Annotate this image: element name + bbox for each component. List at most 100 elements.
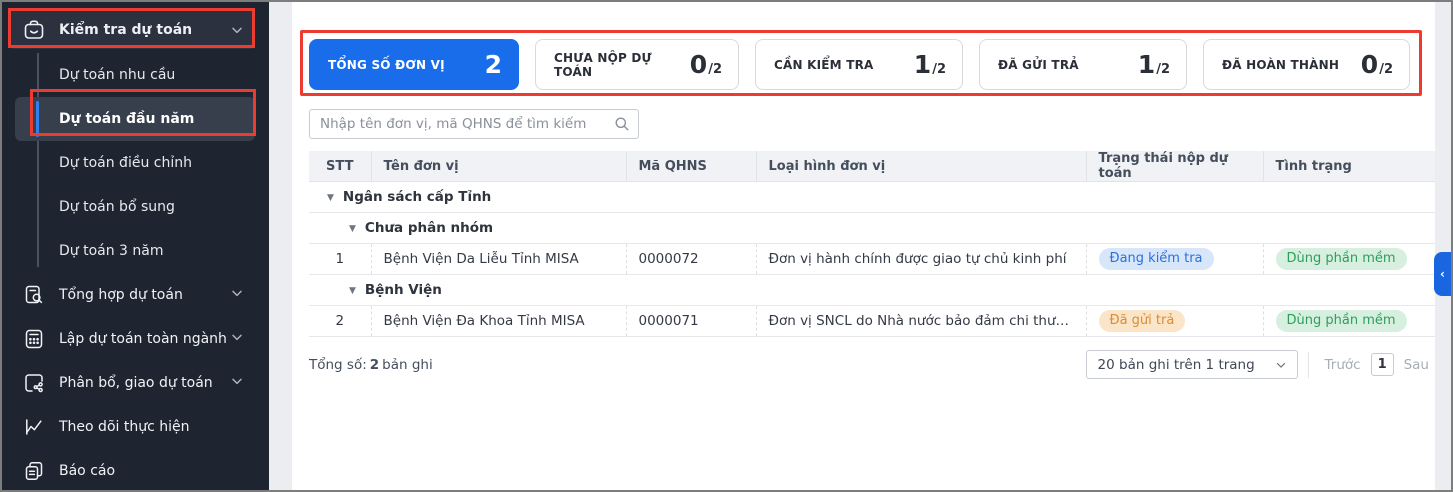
card-number: 1 (914, 52, 931, 77)
collapse-triangle-icon[interactable]: ▼ (349, 286, 356, 296)
next-page-button[interactable]: Sau (1404, 357, 1429, 373)
cell-status: Đã gửi trả (1086, 306, 1263, 337)
sidebar-subitem[interactable]: Dự toán nhu cầu (15, 53, 255, 97)
sidebar-item-kiem-tra-du-toan[interactable]: Kiểm tra dự toán (10, 10, 255, 49)
card-label: TỔNG SỐ ĐƠN VỊ (328, 58, 445, 72)
col-ma-qhns: Mã QHNS (626, 151, 756, 182)
table-body: ▼Ngân sách cấp Tỉnh▼Chưa phân nhóm1Bệnh … (309, 182, 1435, 337)
current-page-box[interactable]: 1 (1371, 353, 1394, 376)
status-badge: Đang kiểm tra (1099, 248, 1214, 270)
main-content: TỔNG SỐ ĐƠN VỊ2CHƯA NỘP DỰ TOÁN0/2CẦN KI… (292, 2, 1435, 490)
collapse-triangle-icon[interactable]: ▼ (349, 224, 356, 234)
cell-type: Đơn vị hành chính được giao tự chủ kinh … (756, 244, 1086, 275)
group-label: Chưa phân nhóm (365, 220, 493, 236)
calculator-icon (22, 327, 46, 351)
table-footer: Tổng số:2bản ghi 20 bản ghi trên 1 trang… (309, 350, 1435, 379)
left-gutter (269, 2, 292, 490)
status-card[interactable]: ĐÃ HOÀN THÀNH 0/2 (1203, 39, 1410, 90)
search-input[interactable] (309, 109, 639, 139)
col-loai-hinh: Loại hình đơn vị (756, 151, 1086, 182)
cell-code: 0000072 (626, 244, 756, 275)
card-number: 2 (485, 52, 502, 77)
prev-page-button[interactable]: Trước (1325, 357, 1361, 373)
sidebar-item-label: Tổng hợp dự toán (59, 287, 229, 303)
sidebar-item-label: Phân bổ, giao dự toán (59, 375, 229, 391)
cell-state: Dùng phần mềm (1263, 306, 1435, 337)
sidebar-item-label: Lập dự toán toàn ngành (59, 331, 229, 347)
report-icon (22, 459, 46, 483)
group-cell: ▼ Chưa phân nhóm (309, 213, 1435, 244)
sidebar-item-label: Theo dõi thực hiện (59, 419, 245, 435)
total-suffix: bản ghi (382, 357, 433, 373)
chevron-down-icon (229, 22, 245, 38)
status-card[interactable]: ĐÃ GỬI TRẢ1/2 (979, 39, 1187, 90)
sidebar-item[interactable]: Báo cáo (2, 449, 269, 492)
card-value: 1/2 (1138, 52, 1170, 77)
col-ten-don-vi: Tên đơn vị (371, 151, 626, 182)
group-row[interactable]: ▼ Chưa phân nhóm (309, 213, 1435, 244)
document-search-icon (22, 283, 46, 307)
status-card[interactable]: CHƯA NỘP DỰ TOÁN0/2 (535, 39, 739, 90)
sidebar-item-label: Kiểm tra dự toán (59, 22, 229, 38)
search-icon[interactable] (614, 116, 630, 132)
sidebar-subitem[interactable]: Dự toán 3 năm (15, 229, 255, 273)
chevron-down-icon (1274, 358, 1288, 372)
collapse-triangle-icon[interactable]: ▼ (327, 193, 334, 203)
sidebar-item[interactable]: Lập dự toán toàn ngành (2, 317, 269, 361)
sidebar: Kiểm tra dự toán Dự toán nhu cầuDự toán … (2, 2, 269, 490)
table-header-row: STT Tên đơn vị Mã QHNS Loại hình đơn vị … (309, 151, 1435, 182)
cell-stt: 2 (309, 306, 371, 337)
units-table: STT Tên đơn vị Mã QHNS Loại hình đơn vị … (309, 151, 1435, 337)
sidebar-item[interactable]: Phân bổ, giao dự toán (2, 361, 269, 405)
sidebar-subitem[interactable]: Dự toán bổ sung (15, 185, 255, 229)
app-window: Kiểm tra dự toán Dự toán nhu cầuDự toán … (0, 0, 1453, 492)
right-gutter (1435, 2, 1451, 490)
card-number: 0 (1361, 52, 1378, 77)
cell-name: Bệnh Viện Da Liễu Tỉnh MISA (371, 244, 626, 275)
status-badge: Đã gửi trả (1099, 310, 1186, 332)
card-total: /2 (932, 63, 946, 76)
status-card[interactable]: CẦN KIỂM TRA 1/2 (755, 39, 963, 90)
cell-code: 0000071 (626, 306, 756, 337)
cell-state: Dùng phần mềm (1263, 244, 1435, 275)
sidebar-section: Tổng hợp dự toán Lập dự toán toàn ngành Ph… (2, 273, 269, 492)
card-value: 0/2 (690, 52, 722, 77)
table-row[interactable]: 2Bệnh Viện Đa Khoa Tỉnh MISA0000071Đơn v… (309, 306, 1435, 337)
line-chart-icon (22, 415, 46, 439)
card-label: ĐÃ HOÀN THÀNH (1222, 58, 1339, 72)
chevron-down-icon (229, 285, 245, 305)
chevron-down-icon (229, 373, 245, 393)
card-number: 0 (690, 52, 707, 77)
sidebar-subitem[interactable]: Dự toán điều chỉnh (15, 141, 255, 185)
page-size-value: 20 bản ghi trên 1 trang (1098, 357, 1255, 373)
state-badge: Dùng phần mềm (1276, 310, 1407, 332)
briefcase-icon (22, 18, 46, 42)
col-trang-thai: Trạng thái nộp dự toán (1086, 151, 1263, 182)
table-row[interactable]: 1Bệnh Viện Da Liễu Tỉnh MISA0000072Đơn v… (309, 244, 1435, 275)
status-card[interactable]: TỔNG SỐ ĐƠN VỊ 2 (309, 39, 519, 90)
state-badge: Dùng phần mềm (1276, 248, 1407, 270)
sidebar-subitem[interactable]: Dự toán đầu năm (15, 97, 255, 141)
card-value: 1/2 (914, 52, 946, 77)
card-total: /2 (1379, 63, 1393, 76)
sidebar-item[interactable]: Theo dõi thực hiện (2, 405, 269, 449)
cell-name: Bệnh Viện Đa Khoa Tỉnh MISA (371, 306, 626, 337)
page-size-select[interactable]: 20 bản ghi trên 1 trang (1086, 350, 1298, 379)
total-label: Tổng số: (309, 357, 367, 373)
card-label: CHƯA NỘP DỰ TOÁN (554, 51, 690, 79)
status-cards-row: TỔNG SỐ ĐƠN VỊ2CHƯA NỘP DỰ TOÁN0/2CẦN KI… (309, 39, 1435, 90)
group-cell: ▼ Bệnh Viện (309, 275, 1435, 306)
group-cell: ▼Ngân sách cấp Tỉnh (309, 182, 1435, 213)
panel-collapse-toggle[interactable]: ‹ (1434, 252, 1451, 296)
chevron-left-icon: ‹ (1440, 267, 1445, 281)
group-label: Bệnh Viện (365, 282, 442, 298)
total-value: 2 (370, 357, 379, 373)
card-number: 1 (1138, 52, 1155, 77)
sidebar-item[interactable]: Tổng hợp dự toán (2, 273, 269, 317)
group-row[interactable]: ▼Ngân sách cấp Tỉnh (309, 182, 1435, 213)
group-row[interactable]: ▼ Bệnh Viện (309, 275, 1435, 306)
cell-type: Đơn vị SNCL do Nhà nước bảo đảm chi thườ… (756, 306, 1086, 337)
record-count: Tổng số:2bản ghi (309, 357, 433, 373)
pager-divider (1308, 352, 1309, 378)
card-label: CẦN KIỂM TRA (774, 58, 874, 72)
